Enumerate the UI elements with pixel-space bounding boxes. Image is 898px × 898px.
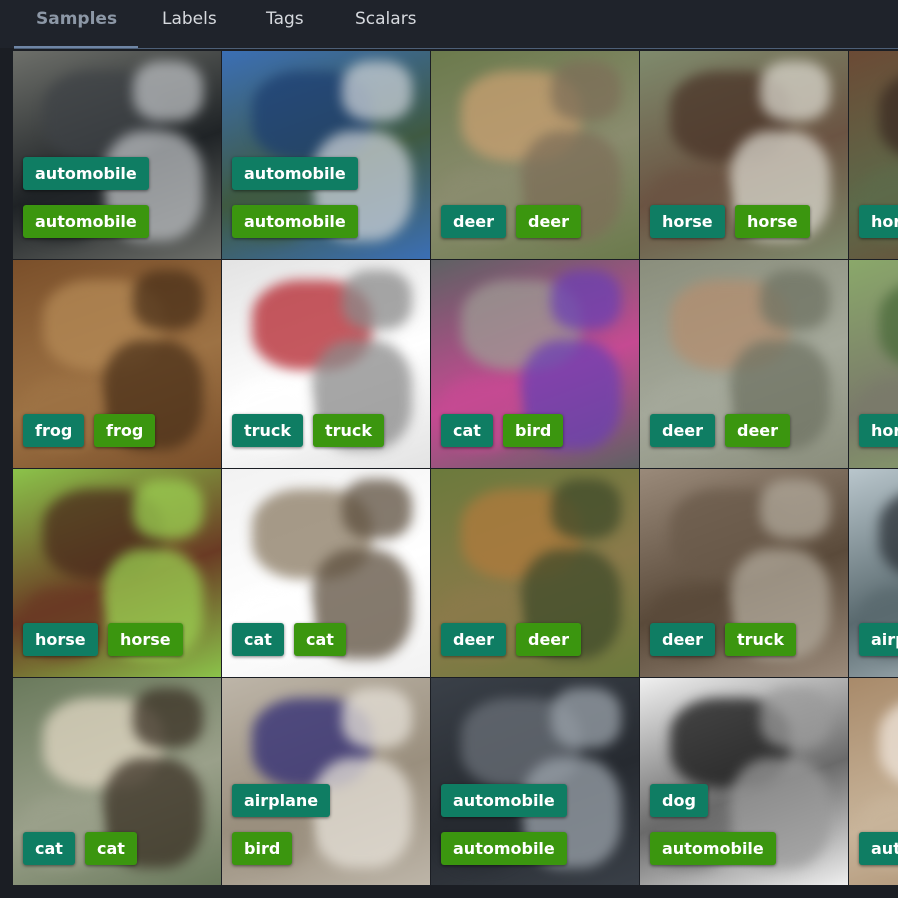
sample-tile[interactable]: hor	[849, 260, 898, 468]
ground-truth-tag: horse	[650, 205, 725, 238]
ground-truth-tag: horse	[23, 623, 98, 656]
ground-truth-tag: cat	[232, 623, 284, 656]
ground-truth-tag: automobile	[232, 157, 358, 190]
prediction-tag: bird	[503, 414, 564, 447]
ground-truth-tag: deer	[650, 414, 716, 447]
sample-tile[interactable]: hor	[849, 51, 898, 259]
ground-truth-tag: deer	[650, 623, 716, 656]
prediction-tag: horse	[108, 623, 183, 656]
prediction-tag: truck	[725, 623, 797, 656]
tab-divider	[14, 48, 898, 49]
sample-tile[interactable]: deer deer	[640, 260, 848, 468]
ground-truth-tag: aut	[859, 832, 898, 865]
ground-truth-tag: deer	[441, 623, 507, 656]
sample-tile[interactable]: horse horse	[13, 469, 221, 677]
sample-tile[interactable]: deer truck	[640, 469, 848, 677]
tab-bar: Samples Labels Tags Scalars	[0, 0, 898, 49]
sample-tile[interactable]: deer deer	[431, 51, 639, 259]
sample-tile[interactable]: cat cat	[13, 678, 221, 885]
prediction-tag: horse	[735, 205, 810, 238]
ground-truth-tag: airp	[859, 623, 898, 656]
sample-tile[interactable]: airp	[849, 469, 898, 677]
ground-truth-tag: hor	[859, 205, 898, 238]
ground-truth-tag: automobile	[441, 784, 567, 817]
sample-tile[interactable]: dog automobile	[640, 678, 848, 885]
prediction-tag: automobile	[441, 832, 567, 865]
prediction-tag: automobile	[232, 205, 358, 238]
sample-tile[interactable]: automobile automobile	[13, 51, 221, 259]
ground-truth-tag: airplane	[232, 784, 331, 817]
ground-truth-tag: truck	[232, 414, 304, 447]
sample-tile[interactable]: cat bird	[431, 260, 639, 468]
tab-samples[interactable]: Samples	[36, 0, 117, 38]
sample-tile[interactable]: truck truck	[222, 260, 430, 468]
tab-tags[interactable]: Tags	[266, 0, 304, 38]
sample-tile[interactable]: airplane bird	[222, 678, 430, 885]
bottom-bar	[0, 885, 898, 898]
prediction-tag: deer	[516, 623, 582, 656]
ground-truth-tag: deer	[441, 205, 507, 238]
sample-tile[interactable]: horse horse	[640, 51, 848, 259]
ground-truth-tag: hor	[859, 414, 898, 447]
tab-labels[interactable]: Labels	[162, 0, 217, 38]
sample-tile[interactable]: cat cat	[222, 469, 430, 677]
ground-truth-tag: cat	[23, 832, 75, 865]
sample-tile[interactable]: automobile automobile	[222, 51, 430, 259]
tab-scalars[interactable]: Scalars	[355, 0, 417, 38]
prediction-tag: automobile	[650, 832, 776, 865]
ground-truth-tag: frog	[23, 414, 85, 447]
prediction-tag: deer	[725, 414, 791, 447]
prediction-tag: cat	[85, 832, 137, 865]
ground-truth-tag: dog	[650, 784, 708, 817]
prediction-tag: cat	[294, 623, 346, 656]
prediction-tag: truck	[313, 414, 385, 447]
sample-grid: automobile automobile automobile automobile…	[13, 51, 898, 885]
sample-tile[interactable]: auttru	[849, 678, 898, 885]
ground-truth-tag: automobile	[23, 157, 149, 190]
sample-tile[interactable]: frog frog	[13, 260, 221, 468]
sample-tile[interactable]: deer deer	[431, 469, 639, 677]
sample-tile[interactable]: automobile automobile	[431, 678, 639, 885]
prediction-tag: bird	[232, 832, 293, 865]
prediction-tag: frog	[94, 414, 156, 447]
prediction-tag: automobile	[23, 205, 149, 238]
ground-truth-tag: cat	[441, 414, 493, 447]
prediction-tag: deer	[516, 205, 582, 238]
